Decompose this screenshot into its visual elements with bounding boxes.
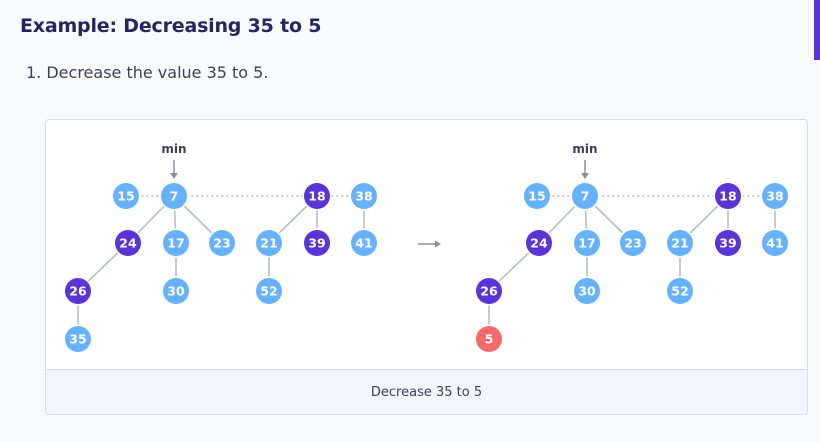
heap-node-39: 39 — [713, 228, 743, 258]
heap-node-label: 23 — [213, 236, 230, 251]
heap-node-7: 7 — [159, 181, 189, 211]
min-pointer-arrowhead — [170, 173, 178, 179]
heap-node-label: 17 — [578, 236, 595, 251]
heap-node-30: 30 — [572, 276, 602, 306]
heap-node-label: 39 — [719, 236, 736, 251]
heap-node-15: 15 — [522, 181, 552, 211]
min-pointer-label: min — [572, 142, 597, 156]
heap-node-label: 5 — [485, 332, 494, 347]
step-1-text: 1. Decrease the value 35 to 5. — [26, 63, 269, 82]
heap-node-label: 21 — [671, 236, 688, 251]
heap-node-39: 39 — [302, 228, 332, 258]
heap-node-41: 41 — [349, 228, 379, 258]
heap-node-52: 52 — [665, 276, 695, 306]
corner-accent — [814, 0, 820, 60]
heap-node-26: 26 — [474, 276, 504, 306]
heap-node-41: 41 — [760, 228, 790, 258]
min-pointer-label: min — [161, 142, 186, 156]
heap-node-label: 30 — [578, 284, 596, 299]
heap-node-21: 21 — [665, 228, 695, 258]
heap-node-label: 52 — [671, 284, 688, 299]
heap-node-label: 15 — [528, 189, 545, 204]
section-heading: Example: Decreasing 35 to 5 — [20, 15, 322, 37]
heap-node-18: 18 — [302, 181, 332, 211]
heap-node-24: 24 — [524, 228, 554, 258]
heap-node-26: 26 — [63, 276, 93, 306]
heap-node-21: 21 — [254, 228, 284, 258]
heap-node-label: 23 — [624, 236, 641, 251]
transition-arrow-icon — [418, 240, 441, 248]
heap-node-38: 38 — [349, 181, 379, 211]
heap-node-18: 18 — [713, 181, 743, 211]
heap-node-label: 39 — [308, 236, 325, 251]
heap-diagram: min 15 7 18 38 24 17 23 21 39 41 26 30 52 35 min 15 7 18 38… — [63, 142, 790, 354]
heap-node-label: 17 — [167, 236, 184, 251]
heap-node-label: 35 — [69, 332, 86, 347]
heap-node-label: 18 — [308, 189, 325, 204]
heap-node-label: 41 — [355, 236, 372, 251]
heap-panel-before: min 15 7 18 38 24 17 23 21 39 41 26 30 52 35 — [63, 142, 379, 354]
heap-node-7: 7 — [570, 181, 600, 211]
heap-node-24: 24 — [113, 228, 143, 258]
heap-node-label: 38 — [766, 189, 783, 204]
fibonacci-heap-figure: min 15 7 18 38 24 17 23 21 39 41 26 30 52 35 min 15 7 18 38… — [45, 119, 808, 415]
heap-node-15: 15 — [111, 181, 141, 211]
heap-node-17: 17 — [572, 228, 602, 258]
heap-node-38: 38 — [760, 181, 790, 211]
heap-node-30: 30 — [161, 276, 191, 306]
heap-node-5: 5 — [474, 324, 504, 354]
heap-node-label: 30 — [167, 284, 185, 299]
min-pointer-arrowhead — [581, 173, 589, 179]
heap-node-label: 24 — [119, 236, 137, 251]
heap-node-label: 24 — [530, 236, 548, 251]
heap-node-label: 21 — [260, 236, 277, 251]
heap-node-23: 23 — [207, 228, 237, 258]
heap-node-52: 52 — [254, 276, 284, 306]
heap-panel-after: min 15 7 18 38 24 17 23 21 39 41 26 30 52 5 — [474, 142, 790, 354]
heap-node-label: 18 — [719, 189, 736, 204]
heap-node-label: 26 — [69, 284, 87, 299]
heap-node-23: 23 — [618, 228, 648, 258]
heap-node-label: 38 — [355, 189, 372, 204]
figure-caption: Decrease 35 to 5 — [46, 369, 807, 414]
heap-node-label: 26 — [480, 284, 498, 299]
heap-node-label: 52 — [260, 284, 277, 299]
heap-node-17: 17 — [161, 228, 191, 258]
heap-node-label: 7 — [581, 189, 590, 204]
heap-node-label: 15 — [117, 189, 134, 204]
heap-node-label: 7 — [170, 189, 179, 204]
heap-node-35: 35 — [63, 324, 93, 354]
heap-node-label: 41 — [766, 236, 783, 251]
